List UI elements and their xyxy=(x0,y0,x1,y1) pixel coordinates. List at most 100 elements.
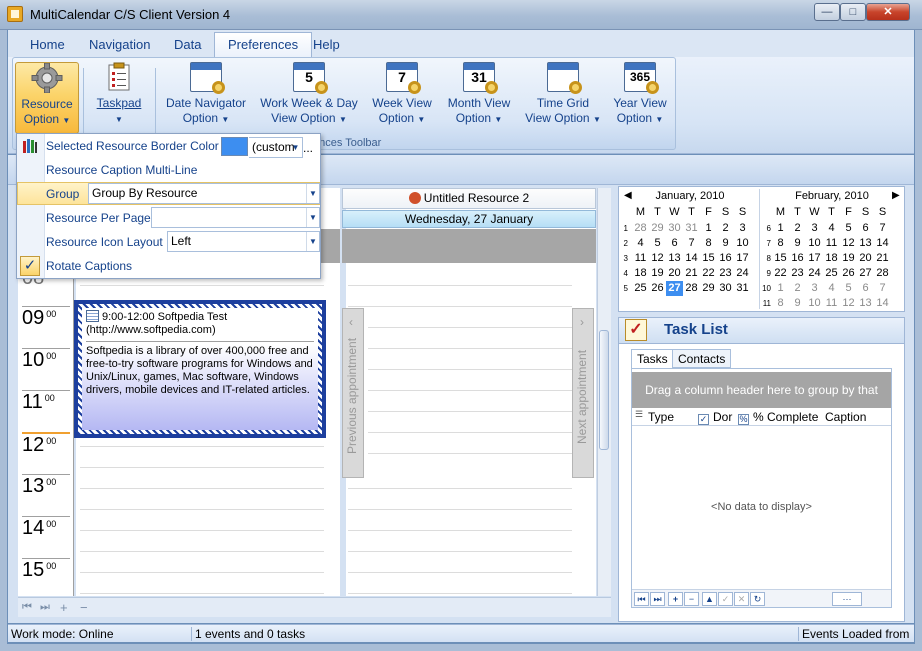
calendar-day[interactable]: 8 xyxy=(772,296,789,311)
calendar-day[interactable]: 12 xyxy=(840,296,857,311)
column-type[interactable]: Type xyxy=(648,410,674,424)
calendar-day[interactable]: 18 xyxy=(823,251,840,266)
calendar-day[interactable]: 25 xyxy=(632,281,649,296)
calendar-day[interactable]: 15 xyxy=(700,251,717,266)
calendar-day[interactable]: 19 xyxy=(840,251,857,266)
up-icon[interactable]: ▲ xyxy=(702,592,717,606)
calendar-day[interactable]: 4 xyxy=(632,236,649,251)
calendar-day[interactable]: 23 xyxy=(789,266,806,281)
resource-header[interactable]: Untitled Resource 2 xyxy=(342,188,596,209)
calendar-day[interactable]: 30 xyxy=(717,281,734,296)
first-icon[interactable]: ⏮ xyxy=(22,601,32,614)
column-complete[interactable]: %% Complete xyxy=(738,410,818,425)
calendar-day[interactable]: 21 xyxy=(874,251,891,266)
calendar-day[interactable]: 19 xyxy=(649,266,666,281)
calendar-day[interactable]: 2 xyxy=(789,221,806,236)
time-grid-view-option-button[interactable]: Time Grid View Option ▼ xyxy=(523,62,603,134)
calendar-day[interactable]: 15 xyxy=(772,251,789,266)
calendar-day[interactable]: 3 xyxy=(734,221,751,236)
first-record-icon[interactable]: ⏮ xyxy=(634,592,649,606)
horizontal-scroll-thumb[interactable]: ··· xyxy=(832,592,862,606)
ellipsis-button[interactable]: ... xyxy=(303,141,313,155)
calendar-day[interactable]: 10 xyxy=(806,296,823,311)
calendar-day[interactable]: 25 xyxy=(823,266,840,281)
work-week-day-view-option-button[interactable]: 5 Work Week & Day View Option ▼ xyxy=(257,62,361,134)
tab-help[interactable]: Help xyxy=(300,35,353,55)
date-navigator-option-button[interactable]: Date Navigator Option ▼ xyxy=(161,62,251,134)
calendar-day[interactable]: 14 xyxy=(683,251,700,266)
calendar-day[interactable]: 7 xyxy=(683,236,700,251)
prev-month-arrow[interactable]: ◀ xyxy=(624,190,632,201)
tab-tasks[interactable]: Tasks xyxy=(631,349,674,369)
calendar-day[interactable]: 4 xyxy=(823,221,840,236)
calendar-day[interactable]: 28 xyxy=(683,281,700,296)
calendar-day[interactable]: 9 xyxy=(789,236,806,251)
close-button[interactable]: ✕ xyxy=(866,3,910,21)
tab-navigation[interactable]: Navigation xyxy=(76,35,163,55)
calendar-day[interactable]: 1 xyxy=(772,221,789,236)
column-caption[interactable]: Caption xyxy=(825,410,866,424)
calendar-day[interactable]: 8 xyxy=(700,236,717,251)
calendar-day[interactable]: 4 xyxy=(823,281,840,296)
calendar-day[interactable]: 14 xyxy=(874,236,891,251)
refresh-icon[interactable]: ↻ xyxy=(750,592,765,606)
calendar-day[interactable]: 9 xyxy=(789,296,806,311)
previous-appointment-button[interactable]: ‹ Previous appointment xyxy=(342,308,364,478)
group-by-box[interactable]: Drag a column header here to group by th… xyxy=(632,372,891,433)
calendar-day[interactable]: 11 xyxy=(823,296,840,311)
tab-preferences[interactable]: Preferences xyxy=(214,32,313,58)
resource-option-button[interactable]: Resource Option ▼ xyxy=(15,62,79,134)
post-icon[interactable]: ✓ xyxy=(718,592,733,606)
calendar-day[interactable]: 27 xyxy=(857,266,874,281)
rotate-captions-item[interactable]: Rotate Captions xyxy=(46,254,132,278)
calendar-day[interactable]: 3 xyxy=(806,281,823,296)
add-icon[interactable]: + xyxy=(60,600,68,615)
calendar-day[interactable]: 11 xyxy=(632,251,649,266)
per-page-select[interactable]: ▼ xyxy=(151,207,320,228)
calendar-day[interactable]: 2 xyxy=(789,281,806,296)
last-record-icon[interactable]: ⏭ xyxy=(650,592,665,606)
maximize-button[interactable]: □ xyxy=(840,3,866,21)
calendar-day[interactable]: 5 xyxy=(840,281,857,296)
calendar-day[interactable]: 5 xyxy=(840,221,857,236)
calendar-day[interactable]: 16 xyxy=(717,251,734,266)
all-day-area-resource-2[interactable] xyxy=(342,229,596,263)
calendar-day[interactable]: 29 xyxy=(649,221,666,236)
calendar-day[interactable]: 8 xyxy=(772,236,789,251)
calendar-day[interactable]: 1 xyxy=(772,281,789,296)
tab-data[interactable]: Data xyxy=(161,35,214,55)
remove-icon[interactable]: − xyxy=(80,600,88,615)
calendar-day[interactable]: 12 xyxy=(649,251,666,266)
year-view-option-button[interactable]: 365 Year View Option ▼ xyxy=(609,62,671,134)
calendar-day[interactable]: 26 xyxy=(840,266,857,281)
calendar-day[interactable]: 31 xyxy=(683,221,700,236)
icon-layout-select[interactable]: Left ▼ xyxy=(167,231,320,252)
calendar-day[interactable]: 30 xyxy=(666,221,683,236)
next-appointment-button[interactable]: › Next appointment xyxy=(572,308,594,478)
calendar-day[interactable]: 7 xyxy=(874,221,891,236)
filter-icon[interactable]: ☰ xyxy=(635,409,643,420)
calendar-day[interactable]: 12 xyxy=(840,236,857,251)
calendar-day[interactable]: 6 xyxy=(857,281,874,296)
calendar-day[interactable]: 10 xyxy=(806,236,823,251)
week-view-option-button[interactable]: 7 Week View Option ▼ xyxy=(369,62,435,134)
calendar-day[interactable]: 18 xyxy=(632,266,649,281)
last-icon[interactable]: ⏭ xyxy=(40,601,50,614)
tab-contacts[interactable]: Contacts xyxy=(672,349,732,368)
calendar-day[interactable]: 28 xyxy=(874,266,891,281)
calendar-day[interactable]: 14 xyxy=(874,296,891,311)
delete-record-icon[interactable]: − xyxy=(684,592,699,606)
month-view-option-button[interactable]: 31 Month View Option ▼ xyxy=(443,62,515,134)
caption-multiline-item[interactable]: Resource Caption Multi-Line xyxy=(46,158,197,182)
calendar-day[interactable]: 7 xyxy=(874,281,891,296)
appointment[interactable]: 9:00-12:00 Softpedia Test (http://www.so… xyxy=(74,300,326,438)
calendar-day[interactable]: 6 xyxy=(857,221,874,236)
taskpad-button[interactable]: Taskpad ▼ xyxy=(89,62,149,134)
calendar-day[interactable]: 29 xyxy=(700,281,717,296)
calendar-day[interactable]: 22 xyxy=(772,266,789,281)
app-icon[interactable] xyxy=(7,6,23,22)
calendar-day[interactable]: 13 xyxy=(666,251,683,266)
calendar-day[interactable]: 17 xyxy=(806,251,823,266)
calendar-day[interactable]: 5 xyxy=(649,236,666,251)
calendar-day[interactable]: 23 xyxy=(717,266,734,281)
